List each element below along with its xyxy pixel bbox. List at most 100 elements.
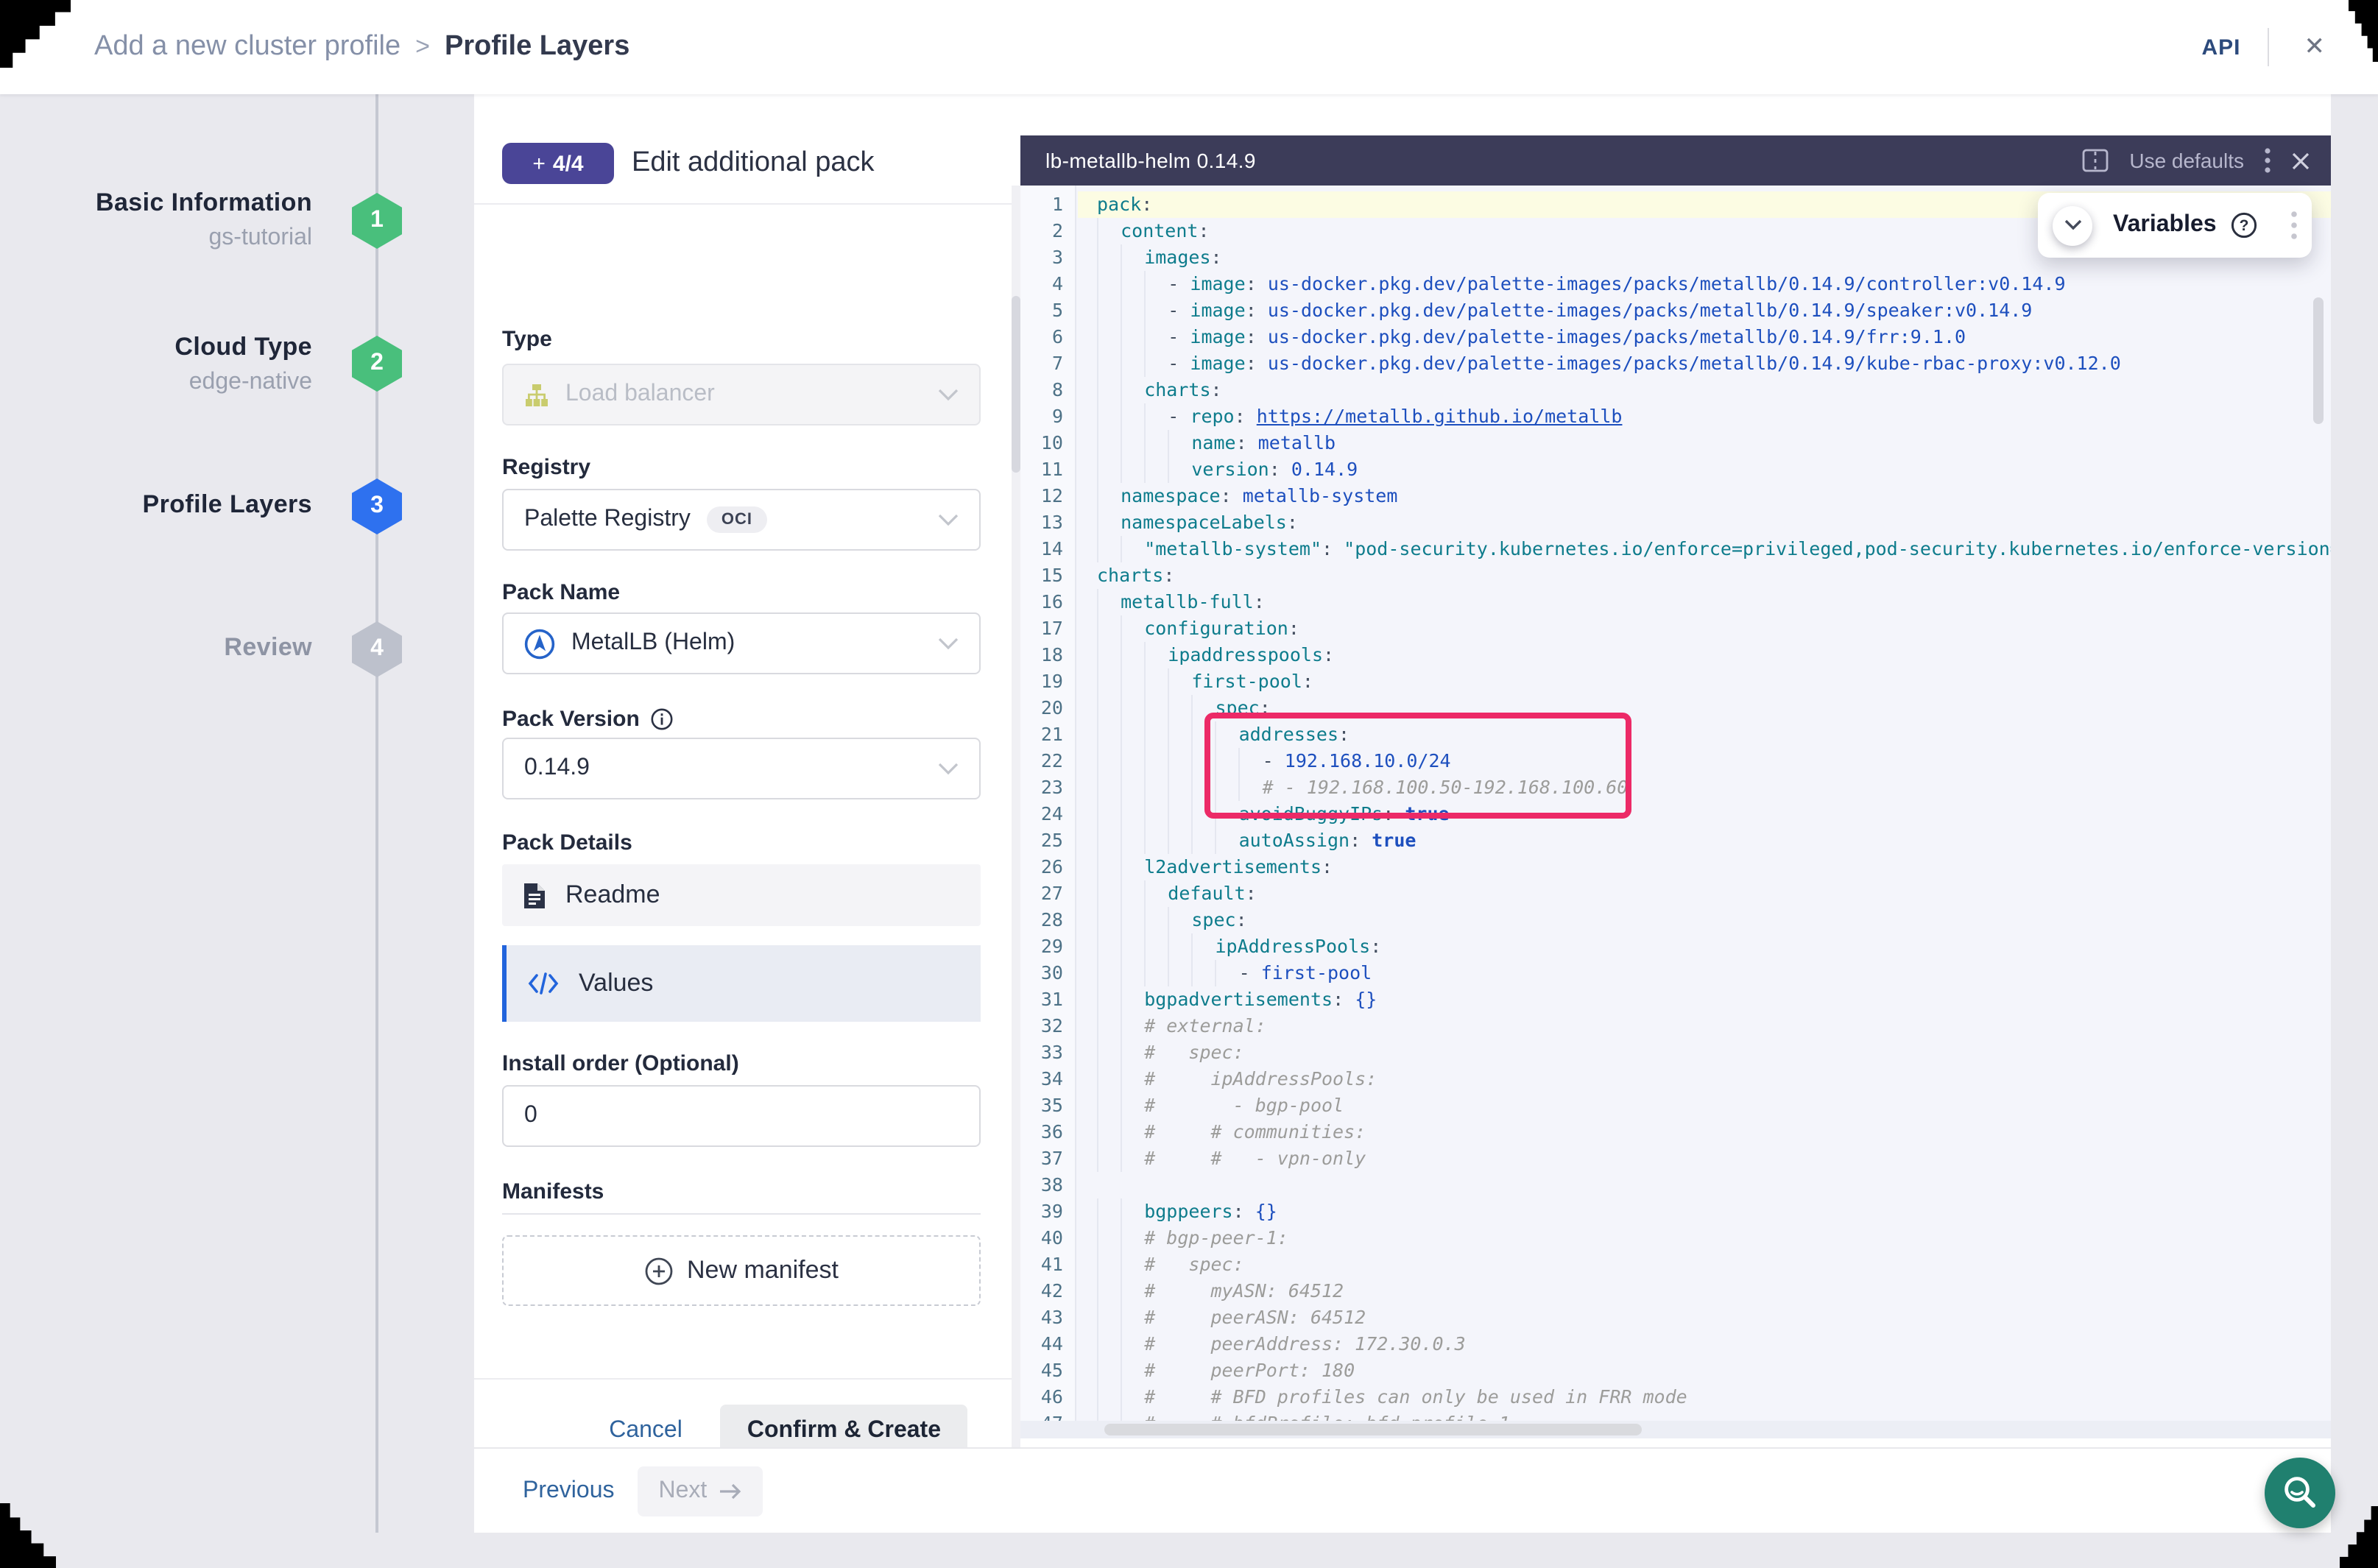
code-lines[interactable]: pack:content:images:- image: us-docker.p…	[1078, 186, 2331, 1438]
new-manifest-button[interactable]: New manifest	[502, 1235, 981, 1306]
line-number: 43	[1020, 1304, 1075, 1331]
plus-icon: +	[532, 151, 546, 176]
code-line-25[interactable]: autoAssign: true	[1078, 827, 2331, 854]
code-line-21[interactable]: addresses:	[1078, 721, 2331, 748]
vertical-scrollbar-thumb[interactable]	[2313, 297, 2324, 424]
code-line-23[interactable]: # - 192.168.100.50-192.168.100.60	[1078, 774, 2331, 801]
pack-version-select[interactable]: 0.14.9	[502, 738, 981, 799]
line-number: 23	[1020, 774, 1075, 801]
variables-kebab-icon[interactable]	[2291, 211, 2297, 240]
line-number: 1	[1020, 191, 1075, 218]
code-line-17[interactable]: configuration:	[1078, 615, 2331, 642]
pack-name-value: MetalLB (Helm)	[571, 630, 735, 657]
stepper-step-profile-layers[interactable]: Profile Layers	[0, 490, 312, 520]
install-order-input[interactable]: 0	[502, 1085, 981, 1147]
code-line-36[interactable]: # # communities:	[1078, 1119, 2331, 1145]
form-scrollbar-thumb[interactable]	[1012, 296, 1020, 473]
code-line-46[interactable]: # # BFD profiles can only be used in FRR…	[1078, 1384, 2331, 1410]
code-line-19[interactable]: first-pool:	[1078, 668, 2331, 695]
code-line-31[interactable]: bgpadvertisements: {}	[1078, 986, 2331, 1013]
step-number: 1	[370, 208, 384, 234]
code-line-9[interactable]: - repo: https://metallb.github.io/metall…	[1078, 403, 2331, 430]
line-number: 16	[1020, 589, 1075, 615]
readme-label: Readme	[565, 880, 660, 910]
kebab-menu-icon[interactable]	[2265, 147, 2271, 174]
code-line-6[interactable]: - image: us-docker.pkg.dev/palette-image…	[1078, 324, 2331, 350]
code-line-43[interactable]: # peerASN: 64512	[1078, 1304, 2331, 1331]
code-line-40[interactable]: # bgp-peer-1:	[1078, 1225, 2331, 1251]
variables-collapse-button[interactable]	[2053, 205, 2092, 245]
code-line-10[interactable]: name: metallb	[1078, 430, 2331, 456]
code-line-41[interactable]: # spec:	[1078, 1251, 2331, 1278]
code-line-8[interactable]: charts:	[1078, 377, 2331, 403]
code-line-27[interactable]: default:	[1078, 880, 2331, 907]
info-icon[interactable]	[652, 708, 674, 730]
step-badge-4[interactable]: 4	[352, 621, 402, 677]
code-line-26[interactable]: l2advertisements:	[1078, 854, 2331, 880]
code-line-42[interactable]: # myASN: 64512	[1078, 1278, 2331, 1304]
stepper-step-cloud-type[interactable]: Cloud Type edge-native	[0, 333, 312, 396]
code-line-15[interactable]: charts:	[1078, 562, 2331, 589]
search-fab-button[interactable]	[2265, 1458, 2335, 1528]
code-line-39[interactable]: bgppeers: {}	[1078, 1198, 2331, 1225]
code-line-5[interactable]: - image: us-docker.pkg.dev/palette-image…	[1078, 297, 2331, 324]
code-area[interactable]: 1234567891011121314151617181920212223242…	[1020, 186, 2331, 1438]
compare-split-icon[interactable]	[2082, 149, 2109, 172]
api-link[interactable]: API	[2201, 35, 2240, 60]
svg-text:?: ?	[2240, 217, 2249, 234]
code-line-13[interactable]: namespaceLabels:	[1078, 509, 2331, 536]
line-number: 4	[1020, 271, 1075, 297]
code-line-44[interactable]: # peerAddress: 172.30.0.3	[1078, 1331, 2331, 1357]
close-icon[interactable]: ✕	[2296, 29, 2335, 65]
code-line-22[interactable]: - 192.168.10.0/24	[1078, 748, 2331, 774]
line-number: 42	[1020, 1278, 1075, 1304]
breadcrumb-separator: >	[415, 32, 430, 62]
code-line-28[interactable]: spec:	[1078, 907, 2331, 933]
step-subtitle: edge-native	[0, 370, 312, 396]
breadcrumb-parent[interactable]: Add a new cluster profile	[94, 31, 401, 63]
code-line-37[interactable]: # # - vpn-only	[1078, 1145, 2331, 1172]
line-number: 12	[1020, 483, 1075, 509]
pack-name-select[interactable]: MetalLB (Helm)	[502, 612, 981, 674]
code-line-34[interactable]: # ipAddressPools:	[1078, 1066, 2331, 1092]
code-line-7[interactable]: - image: us-docker.pkg.dev/palette-image…	[1078, 350, 2331, 377]
code-line-20[interactable]: spec:	[1078, 695, 2331, 721]
code-line-32[interactable]: # external:	[1078, 1013, 2331, 1039]
stepper-step-basic-information[interactable]: Basic Information gs-tutorial	[0, 188, 312, 252]
code-line-35[interactable]: # - bgp-pool	[1078, 1092, 2331, 1119]
type-select[interactable]: Load balancer	[502, 364, 981, 425]
registry-select[interactable]: Palette Registry OCI	[502, 489, 981, 551]
readme-tab[interactable]: Readme	[502, 864, 981, 926]
step-badge-2[interactable]: 2	[352, 336, 402, 392]
code-line-18[interactable]: ipaddresspools:	[1078, 642, 2331, 668]
code-line-4[interactable]: - image: us-docker.pkg.dev/palette-image…	[1078, 271, 2331, 297]
code-line-38[interactable]	[1078, 1172, 2331, 1198]
step-badge-3[interactable]: 3	[352, 478, 402, 534]
code-line-12[interactable]: namespace: metallb-system	[1078, 483, 2331, 509]
code-icon	[527, 972, 560, 995]
help-icon[interactable]: ?	[2231, 212, 2258, 239]
code-line-24[interactable]: avoidBuggyIPs: true	[1078, 801, 2331, 827]
code-line-16[interactable]: metallb-full:	[1078, 589, 2331, 615]
editor-header: lb-metallb-helm 0.14.9 Use defaults	[1020, 135, 2331, 186]
code-line-30[interactable]: - first-pool	[1078, 960, 2331, 986]
next-button[interactable]: Next	[638, 1466, 763, 1516]
form-scrollbar[interactable]	[1012, 186, 1020, 1481]
cancel-button[interactable]: Cancel	[609, 1417, 682, 1444]
code-line-33[interactable]: # spec:	[1078, 1039, 2331, 1066]
values-tab[interactable]: Values	[502, 945, 981, 1022]
step-badge-1[interactable]: 1	[352, 193, 402, 249]
use-defaults-button[interactable]: Use defaults	[2129, 149, 2244, 172]
code-line-14[interactable]: "metallb-system": "pod-security.kubernet…	[1078, 536, 2331, 562]
line-number: 36	[1020, 1119, 1075, 1145]
code-line-29[interactable]: ipAddressPools:	[1078, 933, 2331, 960]
editor-close-icon[interactable]	[2291, 151, 2310, 170]
install-order-value: 0	[524, 1103, 537, 1129]
document-icon	[523, 881, 546, 909]
code-line-11[interactable]: version: 0.14.9	[1078, 456, 2331, 483]
code-line-45[interactable]: # peerPort: 180	[1078, 1357, 2331, 1384]
horizontal-scrollbar-thumb[interactable]	[1104, 1424, 1642, 1435]
stepper-step-review[interactable]: Review	[0, 633, 312, 663]
pack-name-label: Pack Name	[502, 580, 620, 605]
previous-button[interactable]: Previous	[523, 1477, 615, 1504]
